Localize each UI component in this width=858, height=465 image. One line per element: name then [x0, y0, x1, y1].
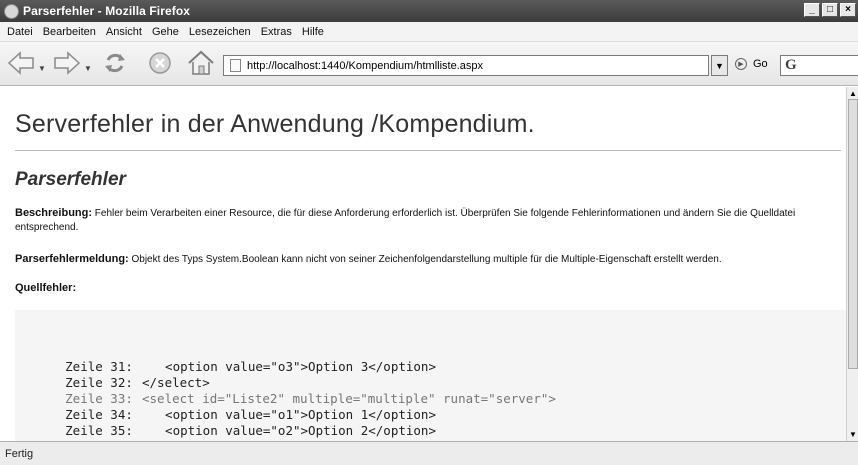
- home-button[interactable]: [186, 50, 216, 76]
- source-error-label: Quellfehler:: [15, 282, 77, 294]
- scroll-up-icon[interactable]: ▲: [849, 89, 857, 98]
- url-dropdown-button[interactable]: ▼: [711, 55, 728, 76]
- scrollbar-thumb[interactable]: [848, 99, 858, 369]
- forward-arrow-icon: [54, 51, 81, 75]
- go-label: Go: [753, 58, 768, 70]
- reload-icon: [105, 53, 125, 73]
- status-bar: Fertig: [0, 441, 858, 465]
- description-paragraph: Beschreibung: Fehler beim Verarbeiten ei…: [15, 206, 835, 235]
- status-text: Fertig: [5, 447, 34, 460]
- window-titlebar: Parserfehler - Mozilla Firefox _ □ ×: [0, 0, 858, 22]
- code-text: </select>: [142, 375, 210, 390]
- back-button[interactable]: [6, 50, 36, 76]
- menu-lesezeichen[interactable]: Lesezeichen: [184, 26, 256, 38]
- parser-message-text: Objekt des Typs System.Boolean kann nich…: [128, 254, 722, 265]
- page-content: Serverfehler in der Anwendung /Kompendiu…: [0, 87, 846, 441]
- page-title: Serverfehler in der Anwendung /Kompendiu…: [15, 110, 535, 138]
- window-controls: _ □ ×: [804, 3, 856, 17]
- code-text: <option value="o1">Option 1</option>: [150, 407, 436, 422]
- error-subtitle: Parserfehler: [15, 169, 126, 190]
- line-number: Zeile 35:: [65, 423, 133, 438]
- back-dropdown-icon[interactable]: ▼: [38, 64, 46, 73]
- firefox-icon: [4, 3, 19, 19]
- stop-icon: [149, 52, 171, 74]
- code-text: <select id="Liste2" multiple="multiple" …: [142, 391, 556, 406]
- menu-extras[interactable]: Extras: [256, 26, 297, 38]
- parser-message-paragraph: Parserfehlermeldung: Objekt des Typs Sys…: [15, 252, 835, 267]
- title-divider: [15, 150, 841, 151]
- forward-button[interactable]: [52, 50, 82, 76]
- scroll-down-icon[interactable]: ▼: [849, 430, 857, 439]
- close-button[interactable]: ×: [840, 3, 856, 17]
- source-error-heading: Quellfehler:: [15, 281, 835, 296]
- menu-ansicht[interactable]: Ansicht: [101, 26, 147, 38]
- address-bar[interactable]: http://localhost:1440/Kompendium/htmllis…: [223, 55, 709, 76]
- code-text: <option value="o3">Option 3</option>: [150, 359, 436, 374]
- menu-gehe[interactable]: Gehe: [147, 26, 184, 38]
- back-arrow-icon: [7, 51, 34, 75]
- parser-message-label: Parserfehlermeldung:: [15, 253, 129, 265]
- menu-hilfe[interactable]: Hilfe: [297, 26, 329, 38]
- search-input[interactable]: G: [780, 55, 858, 76]
- description-label: Beschreibung:: [15, 207, 93, 219]
- go-button[interactable]: ▶ Go: [735, 58, 768, 70]
- reload-button[interactable]: [100, 50, 130, 76]
- minimize-button[interactable]: _: [804, 3, 820, 17]
- maximize-button[interactable]: □: [822, 3, 838, 17]
- home-icon: [188, 50, 214, 75]
- menu-bar: Datei Bearbeiten Ansicht Gehe Lesezeiche…: [0, 22, 858, 42]
- description-text: Fehler beim Verarbeiten einer Resource, …: [15, 208, 796, 233]
- navigation-toolbar: ▼ ▼ http://localhost:1440/Kompendium/htm…: [0, 42, 858, 86]
- vertical-scrollbar[interactable]: ▲ ▼: [846, 87, 858, 441]
- code-line: Zeile 35: <option value="o2">Option 2</o…: [20, 408, 436, 441]
- code-text: <option value="o2">Option 2</option>: [150, 423, 436, 438]
- page-icon: [230, 59, 241, 72]
- forward-dropdown-icon[interactable]: ▼: [84, 64, 92, 73]
- url-text: http://localhost:1440/Kompendium/htmllis…: [247, 59, 484, 72]
- google-search-icon[interactable]: G: [785, 57, 797, 74]
- menu-datei[interactable]: Datei: [2, 26, 38, 38]
- go-arrow-icon: ▶: [735, 58, 747, 70]
- window-title: Parserfehler - Mozilla Firefox: [23, 4, 191, 18]
- stop-button[interactable]: [146, 50, 174, 76]
- source-code-block: Zeile 31: <option value="o3">Option 3</o…: [15, 310, 846, 441]
- menu-bearbeiten[interactable]: Bearbeiten: [38, 26, 101, 38]
